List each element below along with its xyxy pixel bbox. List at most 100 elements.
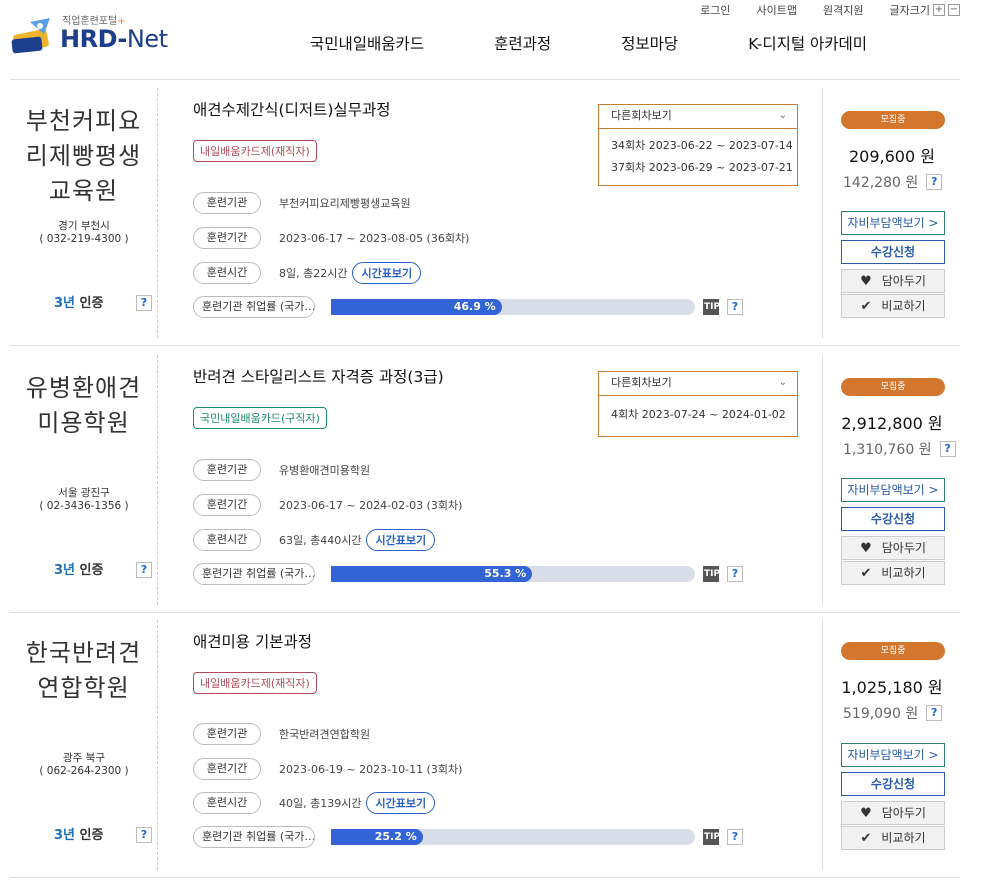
tip-icon[interactable]: TIP	[703, 299, 719, 315]
tip-icon[interactable]: TIP	[703, 829, 719, 845]
employment-label: 훈련기관 취업률 (국가…	[193, 826, 315, 848]
nav-info[interactable]: 정보마당	[621, 32, 678, 54]
self-pay-price: 1,310,760 원	[843, 442, 932, 458]
status-badge: 모집중	[841, 378, 945, 396]
check-icon: ✔	[860, 831, 872, 846]
card-type-badge: 내일배움카드제(재직자)	[193, 140, 317, 162]
self-pay-price: 142,280 원	[843, 175, 919, 191]
course-info: 반려견 스타일리스트 자격증 과정(3급) 국민내일배움카드(구직자) 훈련기관…	[193, 347, 803, 613]
employment-rate-fill: 25.2 %	[331, 829, 423, 845]
hrd-net-logo[interactable]: 직업훈련포털+ HRD-Net	[10, 12, 180, 58]
self-pay-price-row: 142,280 원 ?	[843, 172, 943, 192]
wishlist-button[interactable]: ♥ 담아두기	[841, 801, 945, 825]
period-label: 훈련기간	[193, 494, 261, 516]
wishlist-button[interactable]: ♥ 담아두기	[841, 536, 945, 560]
self-pay-price-row: 519,090 원 ?	[843, 703, 943, 723]
time-value: 8일, 총22시간	[279, 267, 348, 280]
compare-button[interactable]: ✔ 비교하기	[841, 561, 945, 585]
time-row: 훈련시간 40일, 총139시간 시간표보기	[193, 792, 436, 814]
font-size-control: 글자크기 + −	[890, 2, 960, 18]
heart-icon: ♥	[860, 541, 872, 556]
institution-name[interactable]: 유병환애견미용학원	[10, 371, 157, 441]
cert-help-icon[interactable]: ?	[136, 827, 152, 843]
employment-row: 훈련기관 취업률 (국가… 25.2 % TIP ?	[193, 826, 743, 848]
timetable-button[interactable]: 시간표보기	[366, 529, 436, 551]
employment-help-icon[interactable]: ?	[727, 299, 743, 315]
course-card: 유병환애견미용학원 서울 광진구 ( 02-3436-1356 ) 3년 인증 …	[10, 347, 960, 613]
course-title[interactable]: 애견미용 기본과정	[193, 630, 312, 652]
employment-help-icon[interactable]: ?	[727, 566, 743, 582]
institution-name[interactable]: 부천커피요리제빵평생교육원	[10, 104, 157, 209]
timetable-button[interactable]: 시간표보기	[352, 262, 422, 284]
course-info: 애견수제간식(디저트)실무과정 내일배움카드제(재직자) 훈련기관 부천커피요리…	[193, 80, 803, 346]
other-rounds-header[interactable]: 다른회차보기 ⌄	[599, 105, 797, 129]
card-type-badge: 내일배움카드제(재직자)	[193, 672, 317, 694]
price-column: 모집중 209,600 원 142,280 원 ? 자비부담액보기 > 수강신청…	[822, 88, 960, 338]
cert-help-icon[interactable]: ?	[136, 295, 152, 311]
course-info: 애견미용 기본과정 내일배움카드제(재직자) 훈련기관 한국반려견연합학원 훈련…	[193, 612, 803, 878]
self-pay-button[interactable]: 자비부담액보기 >	[841, 211, 945, 235]
nav-naeil-card[interactable]: 국민내일배움카드	[310, 32, 424, 54]
certification-label: 3년 인증	[54, 296, 104, 311]
period-row: 훈련기간 2023-06-17 ~ 2023-08-05 (36회차)	[193, 227, 469, 249]
employment-rate-bar: 55.3 %	[331, 566, 695, 582]
round-item[interactable]: 37회차 2023-06-29 ~ 2023-07-21	[599, 157, 797, 179]
font-decrease-button[interactable]: −	[948, 4, 960, 16]
tip-icon[interactable]: TIP	[703, 566, 719, 582]
time-row: 훈련시간 63일, 총440시간 시간표보기	[193, 529, 436, 551]
chevron-down-icon: ⌄	[778, 377, 787, 388]
institution-address: 서울 광진구 ( 02-3436-1356 )	[39, 487, 129, 512]
employment-rate-fill: 55.3 %	[331, 566, 533, 582]
other-rounds-header[interactable]: 다른회차보기 ⌄	[599, 372, 797, 396]
cert-help-icon[interactable]: ?	[136, 562, 152, 578]
other-rounds-dropdown[interactable]: 다른회차보기 ⌄ 4회차 2023-07-24 ~ 2024-01-02	[598, 371, 798, 437]
compare-button[interactable]: ✔ 비교하기	[841, 826, 945, 850]
apply-button[interactable]: 수강신청	[841, 240, 945, 264]
price-help-icon[interactable]: ?	[926, 705, 943, 721]
time-row: 훈련시간 8일, 총22시간 시간표보기	[193, 262, 422, 284]
period-value: 2023-06-17 ~ 2024-02-03 (3회차)	[279, 499, 463, 512]
wishlist-button[interactable]: ♥ 담아두기	[841, 269, 945, 293]
org-row: 훈련기관 유병환애견미용학원	[193, 459, 370, 481]
price-help-icon[interactable]: ?	[939, 441, 956, 457]
main-nav: 국민내일배움카드 훈련과정 정보마당 K-디지털 아카데미	[310, 32, 867, 54]
org-label: 훈련기관	[193, 192, 261, 214]
institution-column: 한국반려견연합학원 광주 북구 ( 062-264-2300 ) 3년 인증 ?	[10, 620, 158, 870]
course-title[interactable]: 애견수제간식(디저트)실무과정	[193, 98, 390, 120]
other-rounds-dropdown[interactable]: 다른회차보기 ⌄ 34회차 2023-06-22 ~ 2023-07-14 37회…	[598, 104, 798, 186]
self-pay-button[interactable]: 자비부담액보기 >	[841, 743, 945, 767]
check-icon: ✔	[860, 299, 872, 314]
round-item[interactable]: 34회차 2023-06-22 ~ 2023-07-14	[599, 135, 797, 157]
course-title[interactable]: 반려견 스타일리스트 자격증 과정(3급)	[193, 365, 444, 387]
price-column: 모집중 2,912,800 원 1,310,760 원 ? 자비부담액보기 > …	[822, 355, 960, 605]
font-size-label: 글자크기	[889, 4, 930, 17]
period-value: 2023-06-19 ~ 2023-10-11 (3회차)	[279, 763, 463, 776]
heart-icon: ♥	[860, 806, 872, 821]
price-help-icon[interactable]: ?	[926, 174, 943, 190]
status-badge: 모집중	[841, 642, 945, 660]
org-value: 한국반려견연합학원	[279, 728, 371, 741]
employment-help-icon[interactable]: ?	[727, 829, 743, 845]
sitemap-link[interactable]: 사이트맵	[757, 2, 797, 18]
nav-k-digital[interactable]: K-디지털 아카데미	[748, 32, 867, 54]
chevron-down-icon: ⌄	[778, 110, 787, 121]
round-item[interactable]: 4회차 2023-07-24 ~ 2024-01-02	[599, 404, 797, 426]
apply-button[interactable]: 수강신청	[841, 507, 945, 531]
org-row: 훈련기관 한국반려견연합학원	[193, 723, 370, 745]
nav-courses[interactable]: 훈련과정	[494, 32, 551, 54]
org-value: 부천커피요리제빵평생교육원	[279, 197, 411, 210]
compare-button[interactable]: ✔ 비교하기	[841, 294, 945, 318]
self-pay-button[interactable]: 자비부담액보기 >	[841, 478, 945, 502]
login-link[interactable]: 로그인	[700, 2, 730, 18]
employment-label: 훈련기관 취업률 (국가…	[193, 563, 315, 585]
check-icon: ✔	[860, 566, 872, 581]
apply-button[interactable]: 수강신청	[841, 772, 945, 796]
timetable-button[interactable]: 시간표보기	[366, 792, 436, 814]
employment-rate-bar: 46.9 %	[331, 299, 695, 315]
remote-support-link[interactable]: 원격지원	[823, 2, 863, 18]
card-type-badge: 국민내일배움카드(구직자)	[193, 407, 327, 429]
institution-address: 광주 북구 ( 062-264-2300 )	[39, 752, 129, 777]
font-increase-button[interactable]: +	[933, 4, 945, 16]
employment-rate-fill: 46.9 %	[331, 299, 502, 315]
institution-name[interactable]: 한국반려견연합학원	[10, 636, 157, 706]
